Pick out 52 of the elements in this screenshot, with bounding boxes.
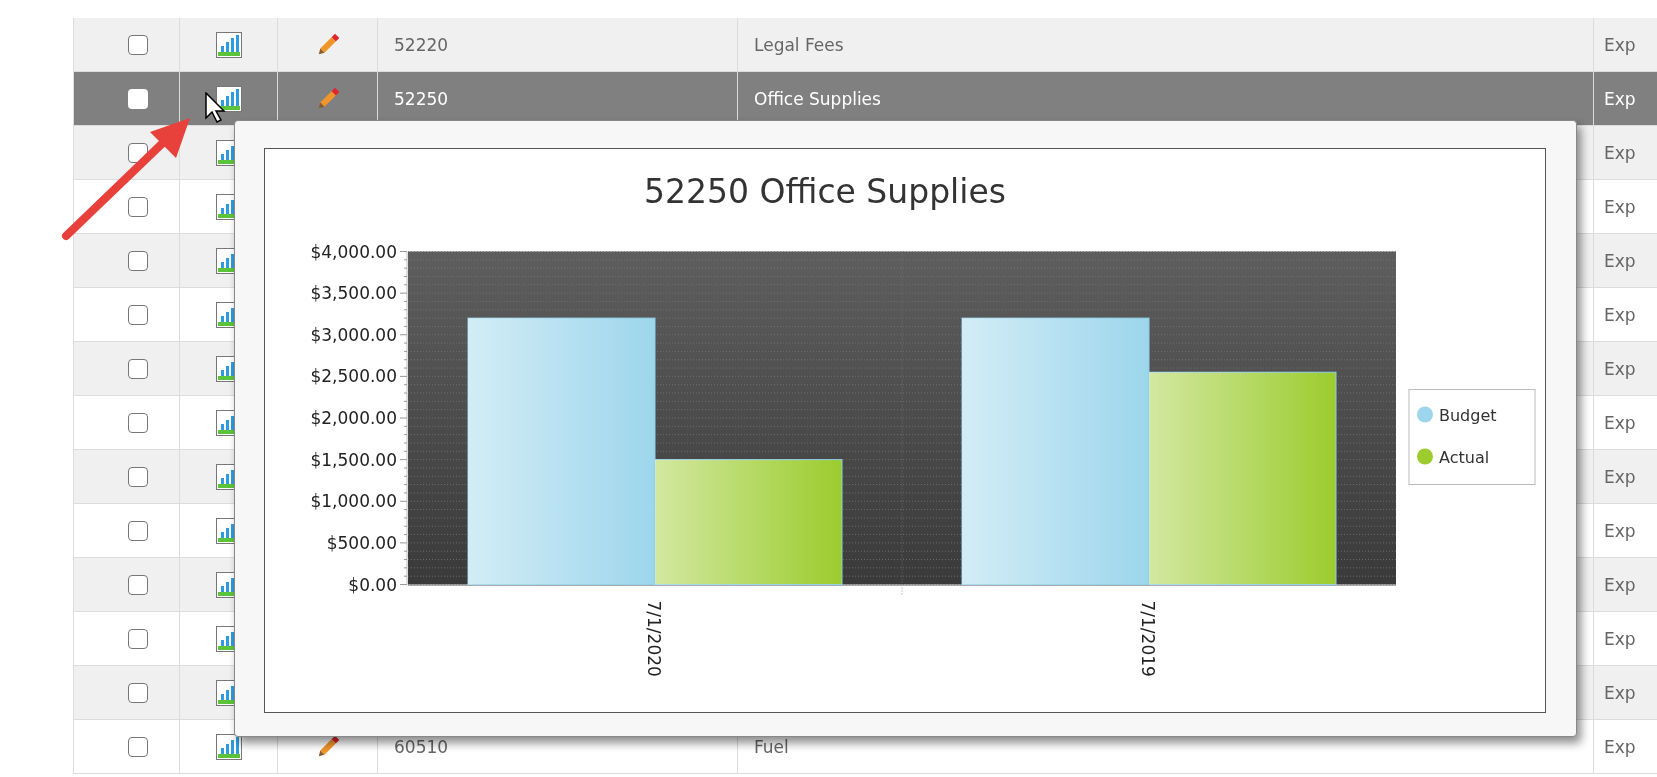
account-name: Office Supplies [753,88,881,109]
account-type: Exp [1603,628,1636,649]
account-type: Exp [1603,34,1636,55]
account-type: Exp [1603,736,1636,757]
y-tick-label: $1,000.00 [310,491,397,512]
account-type: Exp [1603,412,1636,433]
account-name: Legal Fees [753,34,844,55]
account-name: Fuel [753,736,789,757]
row-checkbox[interactable] [128,628,148,649]
account-number: 52220 [393,34,449,55]
account-number: 60510 [393,736,449,757]
x-axis-label: 7/1/2019 [1138,600,1158,677]
row-checkbox[interactable] [128,250,148,271]
chart-title: 52250 Office Supplies [644,171,1006,211]
row-checkbox[interactable] [128,196,148,217]
legend-label: Budget [1439,405,1497,425]
x-axis-label: 7/1/2020 [644,600,664,677]
account-type: Exp [1603,358,1636,379]
row-checkbox[interactable] [128,304,148,325]
account-type: Exp [1603,142,1636,163]
row-checkbox[interactable] [128,682,148,703]
y-tick-label: $500.00 [326,532,397,553]
account-type: Exp [1603,574,1636,595]
bar-chart-icon[interactable] [215,85,242,112]
table-row[interactable]: 52250 Office Supplies Exp [74,72,1657,126]
row-checkbox[interactable] [128,88,148,109]
legend-label: Actual [1439,447,1490,467]
row-checkbox[interactable] [128,358,148,379]
account-type: Exp [1603,520,1636,541]
y-tick-label: $3,000.00 [310,324,397,345]
row-checkbox[interactable] [128,412,148,433]
account-type: Exp [1603,466,1636,487]
account-type: Exp [1603,304,1636,325]
account-number: 52250 [393,88,449,109]
table-row[interactable]: 52220 Legal Fees Exp [74,18,1657,72]
y-tick-label: $1,500.00 [310,449,397,470]
cursor-icon [205,92,227,124]
row-checkbox[interactable] [128,736,148,757]
y-tick-label: $2,000.00 [310,408,397,428]
row-checkbox[interactable] [128,142,148,163]
row-checkbox[interactable] [128,466,148,487]
y-tick-label: $3,500.00 [310,283,397,304]
y-tick-label: $2,500.00 [310,366,397,387]
account-type: Exp [1603,682,1636,703]
account-type: Exp [1603,88,1636,109]
row-checkbox[interactable] [128,520,148,541]
y-tick-label: $4,000.00 [310,241,397,262]
account-type: Exp [1603,250,1636,271]
row-checkbox[interactable] [128,574,148,595]
account-type: Exp [1603,196,1636,217]
y-tick-label: $0.00 [348,574,397,595]
row-checkbox[interactable] [128,34,148,55]
